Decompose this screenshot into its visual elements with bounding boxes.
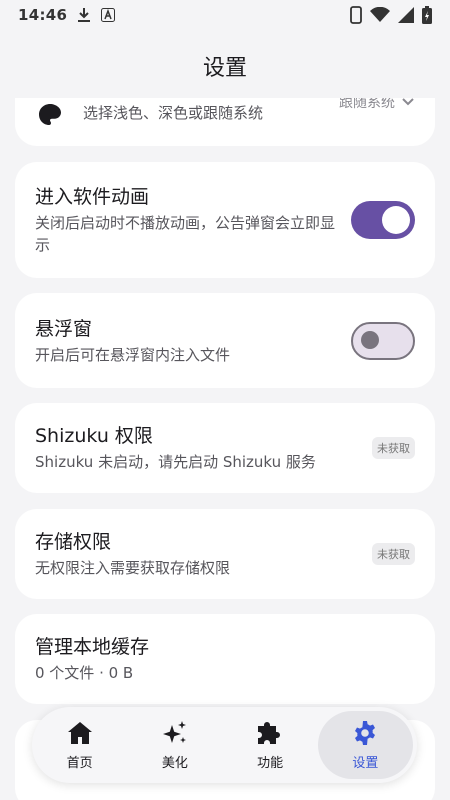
floating-window-toggle[interactable] [351,321,415,360]
theme-text: 选择浅色、深色或跟随系统 [83,100,339,124]
nav-label-home: 首页 [66,755,93,771]
puzzle-icon [258,721,281,744]
download-icon [78,8,91,22]
theme-subtitle: 选择浅色、深色或跟随系统 [83,104,264,122]
floating-window-title: 悬浮窗 [35,317,93,340]
shizuku-status-badge: 未获取 [372,437,415,459]
gear-icon [355,720,376,745]
animation-setting-title: 进入软件动画 [35,186,150,208]
nav-label-settings: 设置 [352,755,379,771]
nav-item-beautify[interactable]: 美化 [127,711,222,779]
storage-permission-card[interactable]: 存储权限 无权限注入需要获取存储权限 未获取 [15,509,435,599]
page-title: 设置 [202,56,247,81]
nav-item-settings[interactable]: 设置 [317,711,413,779]
animation-toggle[interactable] [351,201,415,239]
toggle-knob [361,331,379,349]
toggle-knob [382,206,410,234]
animation-setting-subtitle: 关闭后启动时不播放动画，公告弹窗会立即显示 [35,214,336,254]
cache-management-subtitle: 0 个文件 · 0 B [35,664,134,682]
sparkle-icon [162,720,186,743]
shizuku-permission-card[interactable]: Shizuku 权限 Shizuku 未启动，请先启动 Shizuku 服务 未… [15,403,435,493]
shizuku-permission-title: Shizuku 权限 [35,425,153,447]
home-icon [67,721,92,744]
settings-list[interactable]: 选择浅色、深色或跟随系统 跟随系统 进入软件动画 关闭后启动时不播放动画，公告弹… [0,98,450,800]
chevron-down-icon [402,98,414,106]
cache-management-title: 管理本地缓存 [35,636,150,658]
status-time: 14:46 [18,6,68,24]
app-bar: 设置 [0,36,450,96]
status-bar: 14:46 [0,0,450,30]
battery-icon [422,6,432,24]
floating-window-card[interactable]: 悬浮窗 开启后可在悬浮窗内注入文件 [15,293,435,388]
animation-setting-card[interactable]: 进入软件动画 关闭后启动时不播放动画，公告弹窗会立即显示 [15,162,435,278]
cache-management-card[interactable]: 管理本地缓存 0 个文件 · 0 B [15,614,435,704]
signal-icon [398,7,414,23]
shizuku-permission-subtitle: Shizuku 未启动，请先启动 Shizuku 服务 [35,453,316,471]
theme-card[interactable]: 选择浅色、深色或跟随系统 跟随系统 [15,98,435,146]
wifi-icon [370,7,390,22]
bottom-navigation: 首页 美化 功能 设置 [32,707,417,783]
theme-value: 跟随系统 [339,98,395,111]
palette-icon [39,104,61,125]
app-notification-icon [101,8,116,22]
nav-label-beautify: 美化 [161,755,188,771]
nav-label-functions: 功能 [257,755,284,771]
storage-permission-title: 存储权限 [35,531,112,553]
nav-item-home[interactable]: 首页 [32,711,127,779]
storage-permission-subtitle: 无权限注入需要获取存储权限 [35,559,231,577]
nav-item-functions[interactable]: 功能 [223,711,318,779]
theme-dropdown[interactable]: 跟随系统 [339,98,415,112]
phone-icon [350,6,362,24]
storage-status-badge: 未获取 [372,543,415,565]
floating-window-subtitle: 开启后可在悬浮窗内注入文件 [35,345,231,364]
